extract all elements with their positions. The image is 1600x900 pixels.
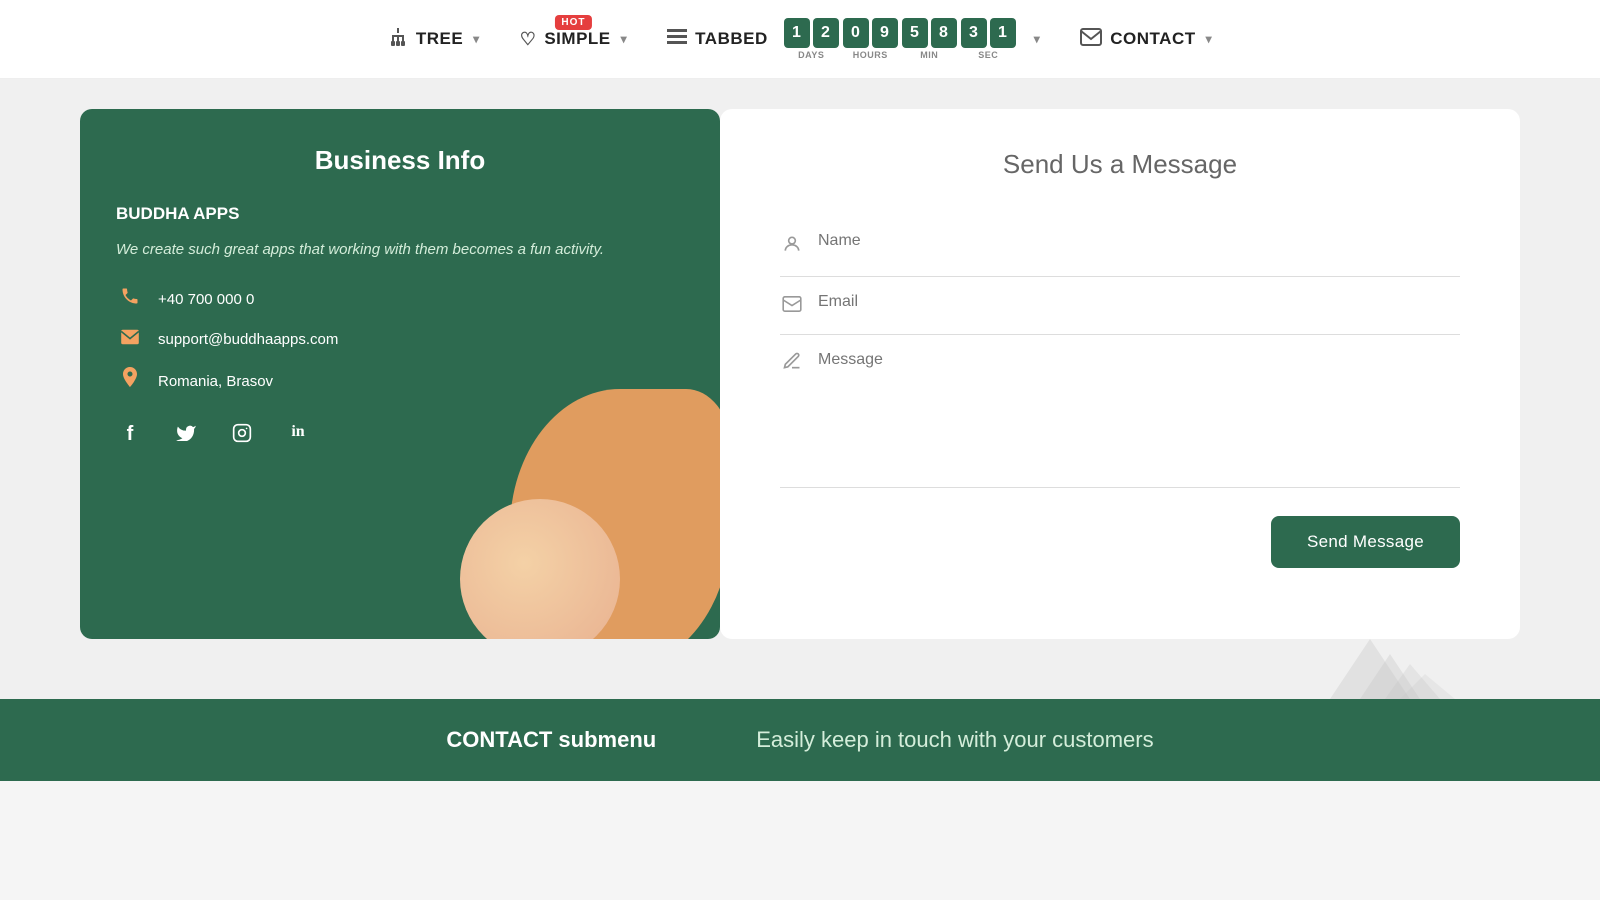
contact-form: Send Us a Message — [720, 109, 1520, 639]
phone-icon — [116, 286, 144, 312]
day-digit-1: 1 — [784, 18, 810, 48]
countdown: 1 2 DAYS 0 9 HOURS 5 8 MIN — [784, 18, 1016, 60]
tabbed-chevron: ▾ — [1034, 32, 1041, 46]
tree-label: TREE — [416, 29, 463, 49]
form-title: Send Us a Message — [780, 149, 1460, 180]
email-field-icon — [780, 295, 804, 318]
tree-chevron: ▾ — [473, 32, 480, 46]
email-icon — [116, 328, 144, 351]
name-input[interactable] — [818, 232, 1460, 250]
seconds-block: 3 1 SEC — [961, 18, 1016, 60]
hour-digit-2: 9 — [872, 18, 898, 48]
name-field-icon — [780, 234, 804, 260]
location-icon — [116, 367, 144, 395]
message-input[interactable] — [818, 351, 1460, 471]
hours-block: 0 9 HOURS — [843, 18, 898, 60]
business-card-title: Business Info — [116, 145, 684, 176]
content-wrapper: Business Info BUDDHA APPS We create such… — [0, 79, 1600, 699]
nav-contact[interactable]: CONTACT ▾ — [1080, 28, 1212, 51]
day-digit-2: 2 — [813, 18, 839, 48]
contact-icon — [1080, 28, 1102, 51]
footer-right-text: Easily keep in touch with your customers — [756, 727, 1153, 753]
footer-bar: CONTACT submenu Easily keep in touch wit… — [0, 699, 1600, 781]
company-name: BUDDHA APPS — [116, 204, 684, 224]
linkedin-icon[interactable]: in — [284, 423, 312, 449]
facebook-icon[interactable]: f — [116, 423, 144, 449]
min-digit-2: 8 — [931, 18, 957, 48]
contact-label: CONTACT — [1110, 29, 1195, 49]
nav-tree[interactable]: TREE ▾ — [388, 27, 480, 52]
hours-label: HOURS — [853, 50, 888, 60]
days-label: DAYS — [798, 50, 824, 60]
instagram-icon[interactable] — [228, 423, 256, 449]
company-description: We create such great apps that working w… — [116, 238, 684, 262]
tabbed-icon — [667, 29, 687, 50]
message-field-icon — [780, 351, 804, 377]
name-field-row — [780, 216, 1460, 277]
sec-digit-1: 3 — [961, 18, 987, 48]
phone-item: +40 700 000 0 — [116, 286, 684, 312]
min-digit-1: 5 — [902, 18, 928, 48]
days-block: 1 2 DAYS — [784, 18, 839, 60]
email-input[interactable] — [818, 293, 1460, 311]
email-item: support@buddhaapps.com — [116, 328, 684, 351]
hour-digit-1: 0 — [843, 18, 869, 48]
business-card: Business Info BUDDHA APPS We create such… — [80, 109, 720, 639]
send-message-button[interactable]: Send Message — [1271, 516, 1460, 568]
message-field-row — [780, 335, 1460, 488]
email-address: support@buddhaapps.com — [158, 331, 338, 348]
phone-number: +40 700 000 0 — [158, 291, 254, 308]
simple-chevron: ▾ — [621, 32, 628, 46]
min-label: MIN — [920, 50, 938, 60]
email-field-row — [780, 277, 1460, 335]
twitter-icon[interactable] — [172, 423, 200, 449]
simple-label: SIMPLE — [544, 29, 610, 49]
cards-row: Business Info BUDDHA APPS We create such… — [0, 79, 1600, 639]
mountain-decoration — [1300, 629, 1460, 699]
tabbed-label: TABBED — [695, 29, 768, 49]
sec-label: SEC — [978, 50, 998, 60]
contact-chevron: ▾ — [1206, 32, 1213, 46]
tree-icon — [388, 27, 408, 52]
footer-left-text: CONTACT submenu — [446, 727, 656, 753]
minutes-block: 5 8 MIN — [902, 18, 957, 60]
hot-badge: HOT — [555, 15, 591, 30]
navbar: TREE ▾ HOT ♡ SIMPLE ▾ TABBED 1 2 DAYS — [0, 0, 1600, 79]
simple-icon: ♡ — [520, 29, 537, 50]
nav-tabbed[interactable]: TABBED 1 2 DAYS 0 9 HOURS 5 8 — [667, 18, 1040, 60]
form-actions: Send Message — [780, 516, 1460, 568]
sec-digit-2: 1 — [990, 18, 1016, 48]
address-text: Romania, Brasov — [158, 373, 273, 390]
nav-simple[interactable]: HOT ♡ SIMPLE ▾ — [520, 29, 627, 50]
below-cards — [0, 639, 1600, 699]
